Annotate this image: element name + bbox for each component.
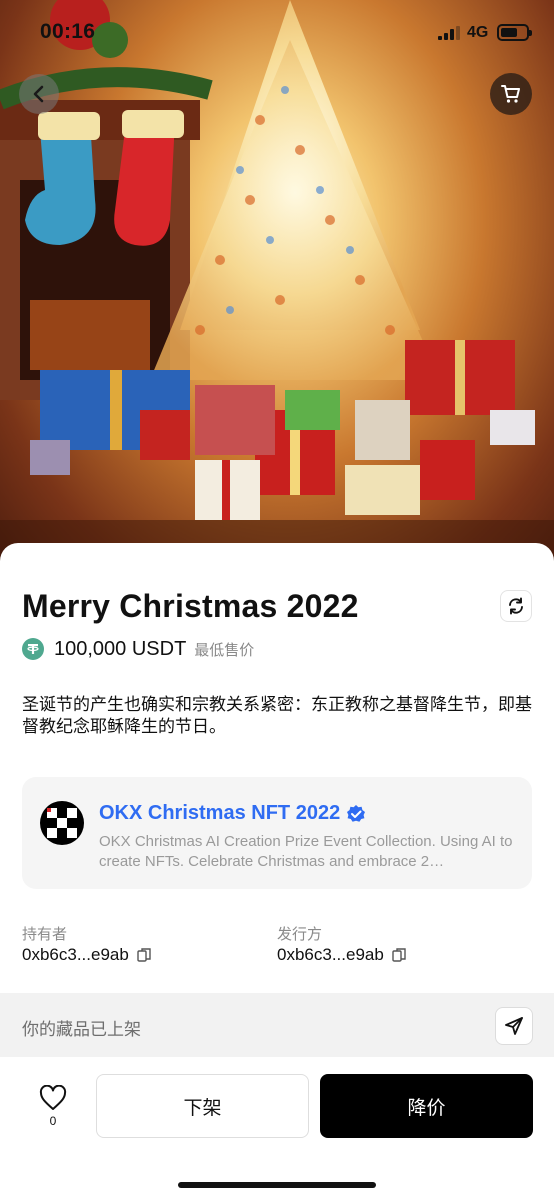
back-button[interactable]: [19, 74, 59, 114]
refresh-icon: [509, 597, 523, 615]
price-row: 100,000 USDT 最低售价: [22, 637, 254, 661]
nft-detail-sheet: Merry Christmas 2022 100,000 USDT 最低售价 圣…: [0, 543, 554, 1200]
issuer-label: 发行方: [277, 926, 323, 943]
reduce-price-button[interactable]: 降价: [320, 1074, 533, 1138]
issuer-address-row: 0xb6c3...e9ab: [277, 945, 406, 965]
verified-icon: [347, 804, 366, 822]
owner-address: 0xb6c3...e9ab: [22, 945, 129, 964]
christmas-tree-illustration: [0, 0, 554, 580]
listing-status-bar: 你的藏品已上架: [0, 993, 554, 1057]
battery-icon: [497, 24, 532, 41]
listing-status-text: 你的藏品已上架: [22, 1020, 141, 1039]
copy-icon[interactable]: [392, 947, 406, 963]
back-icon: [33, 85, 44, 103]
home-indicator: [178, 1182, 376, 1188]
collection-name-row: OKX Christmas NFT 2022: [99, 802, 366, 825]
share-icon: [505, 1017, 523, 1035]
okx-logo-icon: [40, 801, 84, 845]
like-button[interactable]: 0: [33, 1085, 73, 1135]
collection-name: OKX Christmas NFT 2022: [99, 802, 341, 824]
share-button[interactable]: [495, 1007, 533, 1045]
collection-card[interactable]: OKX Christmas NFT 2022 OKX Christmas AI …: [22, 777, 532, 889]
owner-label: 持有者: [22, 926, 68, 943]
cart-button[interactable]: [490, 73, 532, 115]
cart-icon: [501, 85, 520, 103]
network-type: 4G: [467, 24, 489, 41]
nft-price: 100,000 USDT: [54, 637, 187, 660]
refresh-button[interactable]: [500, 590, 532, 622]
heart-icon: [39, 1085, 67, 1110]
nft-artwork-image: [0, 0, 554, 580]
collection-description: OKX Christmas AI Creation Prize Event Co…: [99, 833, 513, 870]
like-count: 0: [49, 1114, 57, 1128]
status-bar: 00:16 4G: [0, 0, 554, 66]
copy-icon[interactable]: [137, 947, 151, 963]
owner-address-row: 0xb6c3...e9ab: [22, 945, 151, 965]
nft-description: 圣诞节的产生也确实和宗教关系紧密：东正教称之基督降生节，即基督教纪念耶稣降生的节…: [22, 695, 532, 736]
price-label: 最低售价: [194, 641, 255, 659]
nft-detail-page: 00:16 4G Merry Christmas 2022 100,000 US…: [0, 0, 554, 1200]
signal-icon: [438, 26, 460, 40]
nft-title: Merry Christmas 2022: [22, 588, 359, 624]
issuer-address: 0xb6c3...e9ab: [277, 945, 384, 964]
status-time: 00:16: [40, 20, 96, 43]
delist-button[interactable]: 下架: [96, 1074, 309, 1138]
usdt-icon: [22, 638, 44, 660]
